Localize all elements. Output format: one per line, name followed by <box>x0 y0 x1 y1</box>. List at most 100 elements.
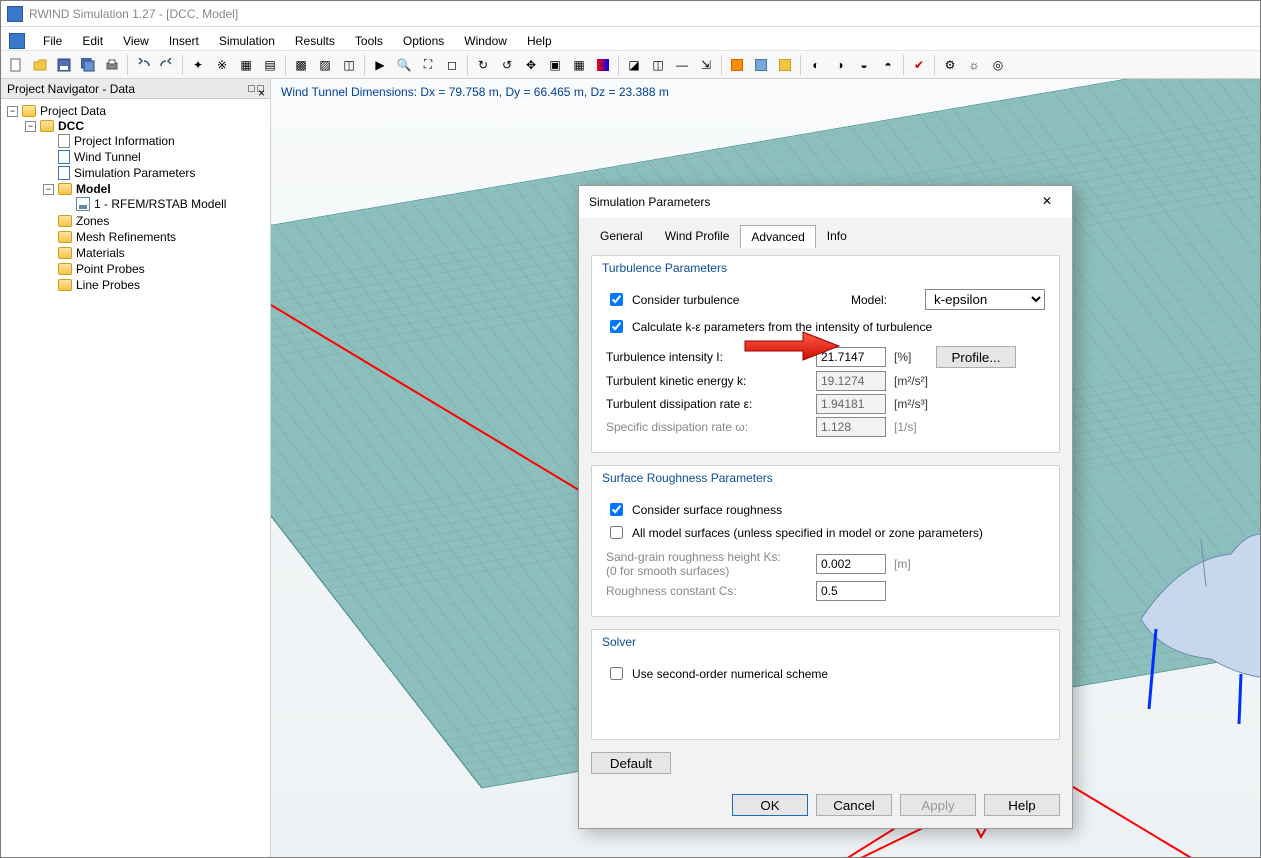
ok-button[interactable]: OK <box>732 794 808 816</box>
tree-zones[interactable]: Zones <box>76 214 109 228</box>
mesh-icon[interactable]: ▩ <box>290 54 312 76</box>
tab-advanced[interactable]: Advanced <box>740 225 815 248</box>
cs-input[interactable] <box>816 581 886 601</box>
open-icon[interactable] <box>29 54 51 76</box>
opt-icon[interactable]: ☼ <box>963 54 985 76</box>
menu-tools[interactable]: Tools <box>345 32 393 50</box>
tree-materials[interactable]: Materials <box>76 246 125 260</box>
eps-input <box>816 394 886 414</box>
tree-root[interactable]: Project Data <box>40 104 106 118</box>
all-surfaces-checkbox[interactable]: All model surfaces (unless specified in … <box>606 523 1045 542</box>
tree-wind-tunnel[interactable]: Wind Tunnel <box>74 150 141 164</box>
view1-icon[interactable] <box>726 54 748 76</box>
cancel-button[interactable]: Cancel <box>816 794 892 816</box>
color-icon[interactable] <box>592 54 614 76</box>
menu-bar: File Edit View Insert Simulation Results… <box>1 27 1260 51</box>
run-icon[interactable]: ▶ <box>369 54 391 76</box>
model-label: Model: <box>851 293 887 307</box>
menu-results[interactable]: Results <box>285 32 345 50</box>
mesh2-icon[interactable]: ▨ <box>314 54 336 76</box>
tree-point-probes[interactable]: Point Probes <box>76 262 145 276</box>
menu-window[interactable]: Window <box>454 32 517 50</box>
tree-line-probes[interactable]: Line Probes <box>76 278 140 292</box>
intensity-unit: [%] <box>886 350 936 364</box>
new-icon[interactable] <box>5 54 27 76</box>
tool-icon[interactable]: ▦ <box>235 54 257 76</box>
tree-collapse-icon[interactable]: − <box>25 121 36 132</box>
zoom-icon[interactable]: 🔍 <box>393 54 415 76</box>
surf-icon[interactable]: ◪ <box>623 54 645 76</box>
misc-icon[interactable]: ◐ <box>805 54 827 76</box>
second-order-checkbox[interactable]: Use second-order numerical scheme <box>606 664 1045 683</box>
annotation-arrow <box>743 329 843 363</box>
folder-icon <box>40 120 54 132</box>
turbulence-model-select[interactable]: k-epsilon <box>925 289 1045 310</box>
check-icon[interactable]: ✔ <box>908 54 930 76</box>
default-button[interactable]: Default <box>591 752 671 774</box>
help-button[interactable]: Help <box>984 794 1060 816</box>
ks-unit: [m] <box>886 557 936 571</box>
opt-icon[interactable]: ⚙ <box>939 54 961 76</box>
folder-icon <box>58 279 72 291</box>
window-title: RWIND Simulation 1.27 - [DCC, Model] <box>29 7 238 21</box>
fit-icon[interactable]: ⛶ <box>417 54 439 76</box>
tree-model[interactable]: Model <box>76 182 111 196</box>
opt-icon[interactable]: ◎ <box>987 54 1009 76</box>
select-icon[interactable]: ◻ <box>441 54 463 76</box>
undo-icon[interactable] <box>132 54 154 76</box>
tab-general[interactable]: General <box>589 224 654 247</box>
mesh3-icon[interactable]: ◫ <box>338 54 360 76</box>
redo-icon[interactable] <box>156 54 178 76</box>
tool-icon[interactable]: ※ <box>211 54 233 76</box>
view2-icon[interactable] <box>750 54 772 76</box>
menu-insert[interactable]: Insert <box>159 32 209 50</box>
save-icon[interactable] <box>53 54 75 76</box>
menu-file[interactable]: File <box>33 32 72 50</box>
axis-icon[interactable]: ⇲ <box>695 54 717 76</box>
pin-icon[interactable]: × <box>248 85 264 92</box>
line-icon[interactable]: ― <box>671 54 693 76</box>
tree-project-info[interactable]: Project Information <box>74 134 175 148</box>
tool-icon[interactable]: ▤ <box>259 54 281 76</box>
ks-input[interactable] <box>816 554 886 574</box>
menu-edit[interactable]: Edit <box>72 32 113 50</box>
k-label: Turbulent kinetic energy k: <box>606 374 816 388</box>
tree-mesh[interactable]: Mesh Refinements <box>76 230 176 244</box>
wire-icon[interactable]: ◫ <box>647 54 669 76</box>
tree-rfem[interactable]: 1 - RFEM/RSTAB Modell <box>94 197 226 211</box>
menu-simulation[interactable]: Simulation <box>209 32 285 50</box>
saveall-icon[interactable] <box>77 54 99 76</box>
misc-icon[interactable]: ◑ <box>829 54 851 76</box>
misc-icon[interactable]: ◓ <box>877 54 899 76</box>
pan-icon[interactable]: ✥ <box>520 54 542 76</box>
layers2-icon[interactable]: ▦ <box>568 54 590 76</box>
viewport-3d[interactable]: Wind Tunnel Dimensions: Dx = 79.758 m, D… <box>271 79 1260 857</box>
consider-roughness-checkbox[interactable]: Consider surface roughness <box>606 500 1045 519</box>
tree-sim-params[interactable]: Simulation Parameters <box>74 166 195 180</box>
tool-icon[interactable]: ✦ <box>187 54 209 76</box>
rotate2-icon[interactable]: ↺ <box>496 54 518 76</box>
tab-info[interactable]: Info <box>816 224 858 247</box>
layers-icon[interactable]: ▣ <box>544 54 566 76</box>
misc-icon[interactable]: ◒ <box>853 54 875 76</box>
print-icon[interactable] <box>101 54 123 76</box>
close-icon[interactable]: ✕ <box>1032 190 1062 214</box>
profile-button[interactable]: Profile... <box>936 346 1016 368</box>
tree-collapse-icon[interactable]: − <box>7 106 18 117</box>
menu-view[interactable]: View <box>113 32 159 50</box>
folder-icon <box>58 263 72 275</box>
project-tree[interactable]: −Project Data −DCC Project Information W… <box>1 99 270 857</box>
view3-icon[interactable] <box>774 54 796 76</box>
tree-dcc[interactable]: DCC <box>58 119 84 133</box>
system-menu-icon[interactable] <box>7 31 27 51</box>
menu-help[interactable]: Help <box>517 32 562 50</box>
wind-tunnel-icon <box>58 150 70 164</box>
tree-collapse-icon[interactable]: − <box>43 184 54 195</box>
menu-options[interactable]: Options <box>393 32 454 50</box>
ks-label: Sand-grain roughness height Ks: (0 for s… <box>606 550 816 578</box>
folder-icon <box>58 247 72 259</box>
tab-wind-profile[interactable]: Wind Profile <box>654 224 741 247</box>
rotate-icon[interactable]: ↻ <box>472 54 494 76</box>
dialog-title: Simulation Parameters <box>589 195 710 209</box>
consider-turbulence-checkbox[interactable]: Consider turbulence <box>606 290 739 309</box>
